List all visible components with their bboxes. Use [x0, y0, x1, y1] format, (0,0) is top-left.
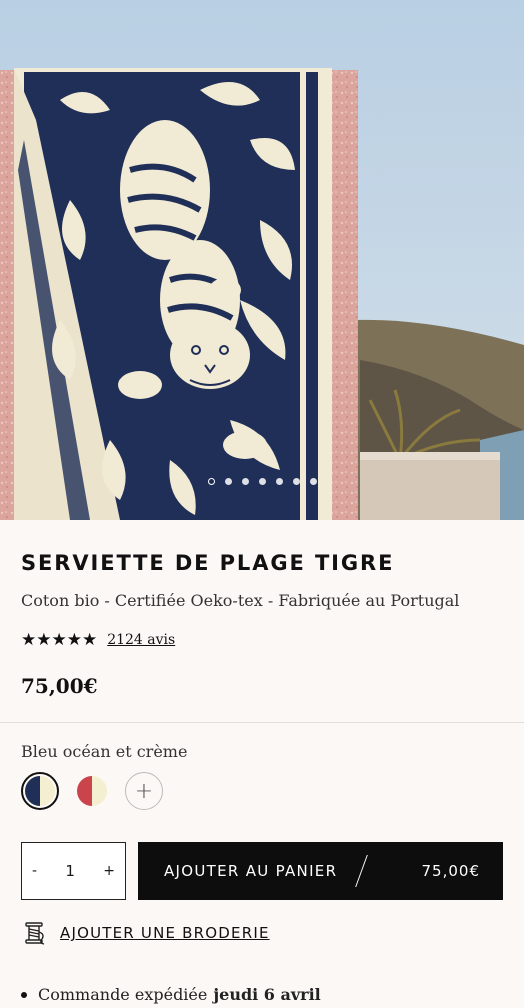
divider [0, 722, 524, 723]
shipping-date: jeudi 6 avril [213, 985, 321, 1004]
add-to-cart-amount: 75,00€ [421, 862, 480, 880]
swatch-color-navy [25, 776, 40, 806]
quantity-decrease-button[interactable]: - [32, 863, 37, 879]
shipping-prefix: Commande expédiée [38, 985, 208, 1004]
quantity-increase-button[interactable]: + [103, 863, 115, 879]
product-photo [0, 0, 524, 520]
gallery-dot[interactable] [275, 478, 283, 485]
bullet-icon [21, 991, 27, 998]
product-price: 75,00€ [21, 674, 98, 698]
gallery-dot[interactable] [292, 478, 300, 485]
plus-icon: + [134, 778, 154, 804]
reviews-link[interactable]: 2124 avis [107, 632, 175, 648]
swatch-color-cream [40, 776, 55, 806]
add-embroidery-label: AJOUTER UNE BRODERIE [60, 924, 270, 942]
slash-divider [355, 855, 369, 887]
gallery-dot[interactable] [309, 478, 317, 485]
thread-spool-icon [25, 922, 45, 945]
swatch-rouge-creme[interactable] [73, 772, 111, 810]
gallery-dot[interactable] [207, 478, 215, 485]
rating-stars-icon: ★★★★★ [21, 630, 98, 650]
shipping-info: Commande expédiée jeudi 6 avril [21, 985, 321, 1004]
quantity-stepper: - 1 + [21, 842, 126, 900]
add-to-cart-button[interactable]: AJOUTER AU PANIER 75,00€ [138, 842, 503, 900]
product-title: SERVIETTE DE PLAGE TIGRE [21, 551, 395, 575]
gallery-dot[interactable] [258, 478, 266, 485]
rating: ★★★★★ 2124 avis [21, 630, 175, 650]
swatch-color-cream [92, 776, 107, 806]
add-to-cart-label: AJOUTER AU PANIER [164, 862, 338, 880]
selected-color-label: Bleu océan et crème [21, 742, 188, 761]
gallery-dot[interactable] [224, 478, 232, 485]
product-image[interactable] [0, 0, 524, 520]
swatch-bleu-ocean-creme[interactable] [21, 772, 59, 810]
quantity-value[interactable]: 1 [65, 862, 75, 880]
gallery-dot[interactable] [241, 478, 249, 485]
add-embroidery-link[interactable]: AJOUTER UNE BRODERIE [21, 920, 270, 946]
product-subtitle: Coton bio - Certifiée Oeko-tex - Fabriqu… [21, 591, 460, 610]
swatch-fill [25, 776, 55, 806]
more-colors-button[interactable]: + [125, 772, 163, 810]
gallery-pagination[interactable] [0, 478, 524, 485]
color-swatches: + [21, 772, 163, 810]
swatch-fill [77, 776, 107, 806]
swatch-color-red [77, 776, 92, 806]
